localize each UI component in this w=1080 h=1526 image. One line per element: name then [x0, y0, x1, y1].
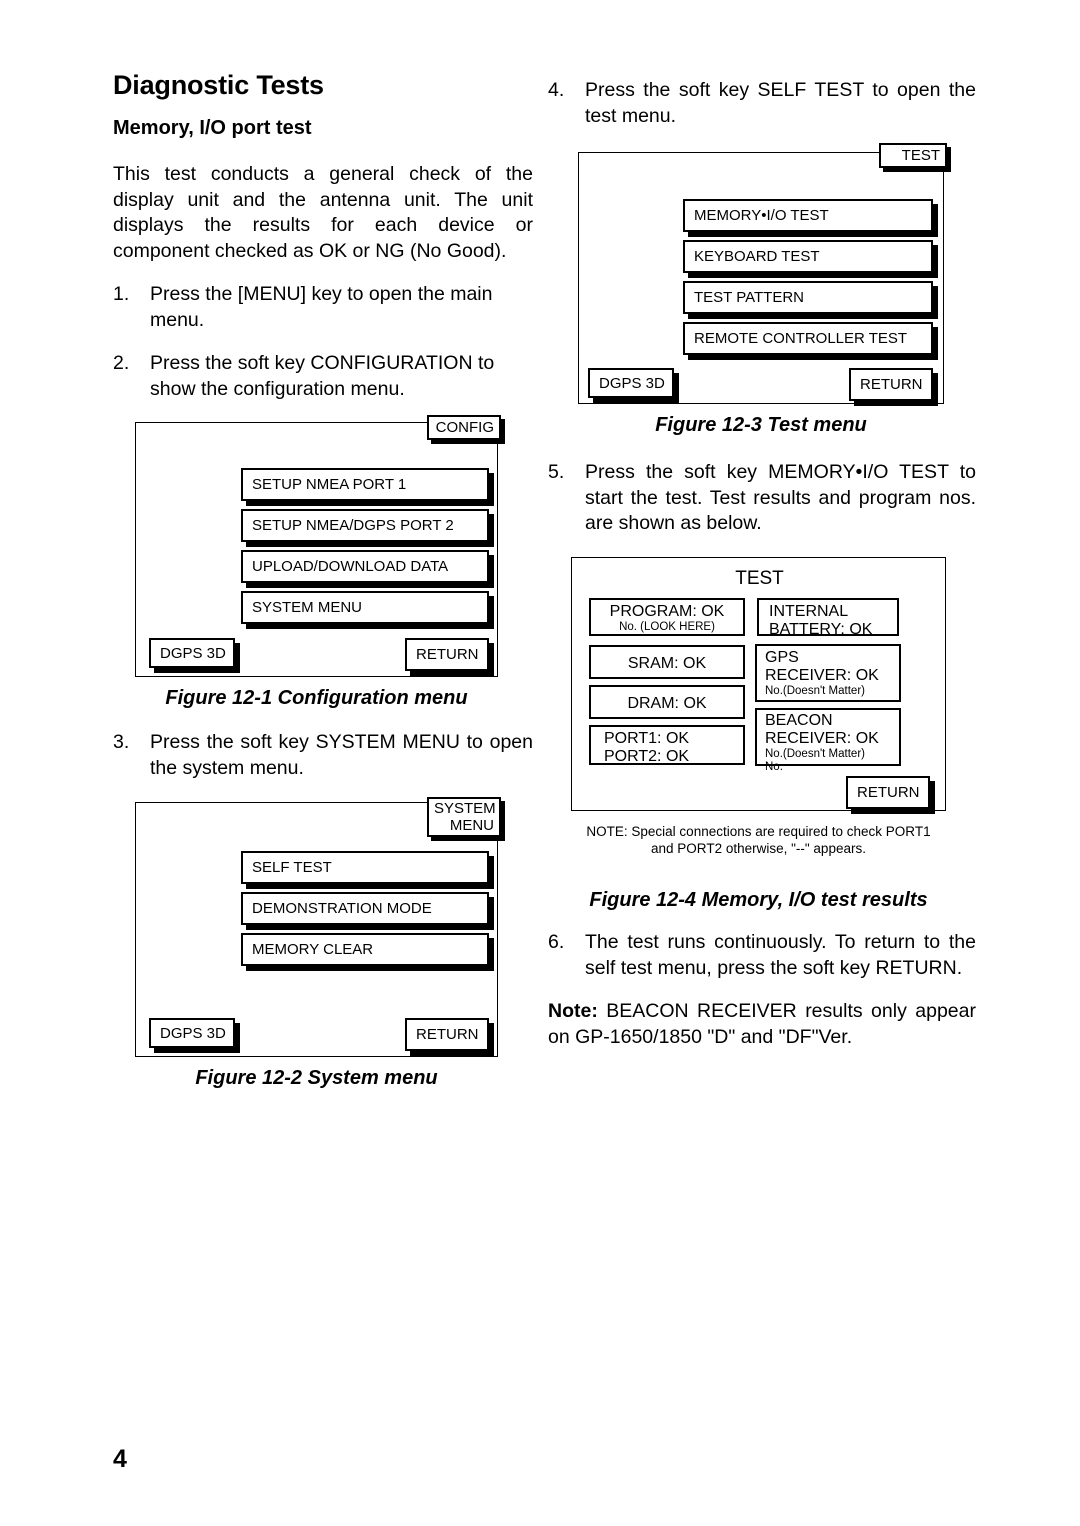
- figure-12-2-caption: Figure 12-2 System menu: [195, 1067, 438, 1089]
- manual-page: Diagnostic Tests Memory, I/O port test T…: [0, 0, 1080, 1526]
- config-menu-title: CONFIG: [427, 415, 501, 440]
- softkey-remote-controller-test[interactable]: REMOTE CONTROLLER TEST: [683, 322, 933, 355]
- step-6-text: The test runs continuously. To return to…: [585, 931, 976, 979]
- step-5-text: Press the soft key MEMORY•I/O TEST to st…: [585, 461, 976, 534]
- right-column: 4. Press the soft key SELF TEST to open …: [548, 78, 976, 147]
- result-sram: SRAM: OK: [589, 645, 745, 679]
- system-menu-title-line1: SYSTEM: [434, 800, 496, 817]
- step-5-number: 5.: [548, 461, 565, 483]
- figure-12-4-note: NOTE: Special connections are required t…: [571, 823, 946, 857]
- step-3-number: 3.: [113, 731, 130, 753]
- figure-12-4-screen: TEST PROGRAM: OK No. (LOOK HERE) SRAM: O…: [571, 557, 946, 811]
- status-dgps-3d: DGPS 3D: [588, 368, 674, 398]
- result-sram-line1: SRAM: OK: [627, 655, 707, 672]
- result-program-line1: PROGRAM: OK: [609, 603, 725, 620]
- step-1-number: 1.: [113, 283, 130, 305]
- step-2: 2. Press the soft key CONFIGURATION to s…: [113, 351, 533, 402]
- status-dgps-3d: DGPS 3D: [149, 638, 235, 668]
- step-3: 3. Press the soft key SYSTEM MENU to ope…: [113, 730, 533, 781]
- result-internal-battery-line1: INTERNAL: [769, 603, 849, 620]
- figure-12-1-caption: Figure 12-1 Configuration menu: [165, 687, 468, 709]
- softkey-setup-nmea-port-1[interactable]: SETUP NMEA PORT 1: [241, 468, 489, 501]
- result-gps-receiver-line2: RECEIVER: OK: [765, 667, 879, 684]
- softkey-test-pattern[interactable]: TEST PATTERN: [683, 281, 933, 314]
- softkey-keyboard-test[interactable]: KEYBOARD TEST: [683, 240, 933, 273]
- softkey-return[interactable]: RETURN: [405, 1018, 489, 1051]
- result-port2: PORT2: OK: [604, 748, 690, 765]
- figure-12-4-caption: Figure 12-4 Memory, I/O test results: [589, 889, 928, 911]
- section-title: Memory, I/O port test: [113, 117, 312, 139]
- result-beacon-receiver-line1: BEACON: [765, 712, 833, 729]
- beacon-note-text: BEACON RECEIVER results only appear on G…: [548, 1000, 976, 1048]
- beacon-note: Note: BEACON RECEIVER results only appea…: [548, 999, 976, 1050]
- softkey-return[interactable]: RETURN: [846, 776, 930, 809]
- step-2-text: Press the soft key CONFIGURATION to show…: [150, 352, 495, 400]
- softkey-upload-download-data[interactable]: UPLOAD/DOWNLOAD DATA: [241, 550, 489, 583]
- result-program: PROGRAM: OK No. (LOOK HERE): [589, 598, 745, 636]
- softkey-demonstration-mode[interactable]: DEMONSTRATION MODE: [241, 892, 489, 925]
- result-program-line2: No. (LOOK HERE): [619, 621, 715, 633]
- result-port1: PORT1: OK: [604, 730, 690, 747]
- softkey-memory-io-test[interactable]: MEMORY•I/O TEST: [683, 199, 933, 232]
- intro-paragraph: This test conducts a general check of th…: [113, 163, 533, 262]
- left-column: Diagnostic Tests Memory, I/O port test T…: [113, 70, 533, 420]
- softkey-setup-nmea-dgps-port-2[interactable]: SETUP NMEA/DGPS PORT 2: [241, 509, 489, 542]
- figure-12-1-screen: CONFIG SETUP NMEA PORT 1 SETUP NMEA/DGPS…: [135, 415, 501, 677]
- figure-12-3-caption: Figure 12-3 Test menu: [655, 414, 867, 436]
- result-gps-receiver-line1: GPS: [765, 649, 799, 666]
- step-1-text: Press the [MENU] key to open the main me…: [150, 283, 493, 331]
- result-beacon-receiver-line3: No.(Doesn't Matter): [765, 748, 865, 760]
- step-4-text: Press the soft key SELF TEST to open the…: [585, 79, 976, 127]
- figure-12-4-note-line1: NOTE: Special connections are required t…: [586, 824, 931, 839]
- step-6-number: 6.: [548, 931, 565, 953]
- softkey-self-test[interactable]: SELF TEST: [241, 851, 489, 884]
- result-beacon-receiver-line2: RECEIVER: OK: [765, 730, 879, 747]
- result-beacon-receiver-line4: No.: [765, 761, 783, 773]
- softkey-system-menu[interactable]: SYSTEM MENU: [241, 591, 489, 624]
- figure-12-4-note-line2: and PORT2 otherwise, "--" appears.: [651, 841, 866, 856]
- result-dram-line1: DRAM: OK: [627, 695, 707, 712]
- system-menu-title: SYSTEM MENU: [427, 797, 501, 837]
- step-4: 4. Press the soft key SELF TEST to open …: [548, 78, 976, 129]
- softkey-return[interactable]: RETURN: [405, 638, 489, 671]
- result-gps-receiver-line3: No.(Doesn't Matter): [765, 685, 865, 697]
- figure-12-2-screen: SYSTEM MENU SELF TEST DEMONSTRATION MODE…: [135, 797, 501, 1057]
- result-internal-battery-line2: BATTERY: OK: [769, 621, 873, 638]
- softkey-return[interactable]: RETURN: [849, 368, 933, 401]
- result-gps-receiver: GPS RECEIVER: OK No.(Doesn't Matter): [755, 644, 901, 702]
- step-3-text: Press the soft key SYSTEM MENU to open t…: [150, 731, 533, 779]
- step-2-number: 2.: [113, 352, 130, 374]
- result-ports: PORT1: OK PORT2: OK: [589, 725, 745, 765]
- step-6: 6. The test runs continuously. To return…: [548, 930, 976, 981]
- status-dgps-3d: DGPS 3D: [149, 1018, 235, 1048]
- system-menu-title-line2: MENU: [449, 817, 494, 834]
- step-1: 1. Press the [MENU] key to open the main…: [113, 282, 533, 333]
- page-number: 4: [113, 1445, 127, 1473]
- result-internal-battery: INTERNAL BATTERY: OK: [757, 598, 899, 638]
- page-title: Diagnostic Tests: [113, 70, 324, 100]
- step-4-number: 4.: [548, 79, 565, 101]
- beacon-note-label: Note:: [548, 1000, 598, 1022]
- test-menu-title: TEST: [879, 143, 947, 168]
- test-results-header: TEST: [735, 568, 784, 589]
- result-beacon-receiver: BEACON RECEIVER: OK No.(Doesn't Matter) …: [755, 708, 901, 773]
- figure-12-3-screen: TEST MEMORY•I/O TEST KEYBOARD TEST TEST …: [578, 143, 947, 404]
- step-5: 5. Press the soft key MEMORY•I/O TEST to…: [548, 460, 976, 537]
- result-dram: DRAM: OK: [589, 685, 745, 719]
- softkey-memory-clear[interactable]: MEMORY CLEAR: [241, 933, 489, 966]
